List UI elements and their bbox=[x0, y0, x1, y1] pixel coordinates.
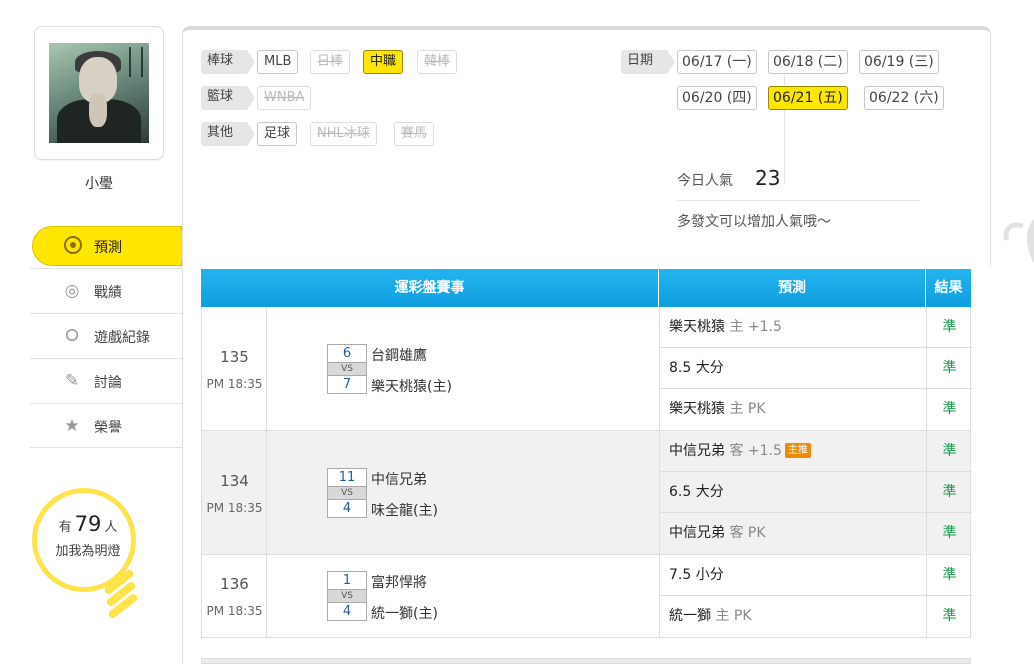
category-baseball: 棒球 bbox=[201, 50, 255, 74]
fan-count-number: 79 bbox=[74, 512, 102, 536]
avatar-card bbox=[34, 26, 164, 160]
league-wnba: WNBA bbox=[257, 86, 312, 110]
prediction-cell: 8.5 大分 bbox=[660, 348, 927, 389]
fan-count: 有 79 人 bbox=[58, 512, 118, 536]
league-nhl: NHL冰球 bbox=[310, 122, 377, 146]
date-0621[interactable]: 06/21 (五) bbox=[768, 86, 848, 110]
result-cell: 準 bbox=[927, 555, 972, 596]
chat-icon: ✎ bbox=[64, 371, 80, 391]
medal-icon: ◎ bbox=[64, 281, 80, 301]
lightbulb-base bbox=[98, 568, 139, 620]
featured-badge: 主推 bbox=[784, 443, 811, 458]
popularity-divider bbox=[677, 200, 920, 201]
header-result: 結果 bbox=[934, 280, 963, 296]
popularity-value: 23 bbox=[755, 166, 781, 190]
away-score: 6 bbox=[327, 344, 367, 363]
popularity-hint: 多發文可以增加人氣哦～ bbox=[677, 214, 831, 230]
prediction-cell: 6.5 大分 bbox=[660, 472, 927, 513]
date-0619[interactable]: 06/19 (三) bbox=[859, 50, 939, 74]
sidebar-item-label: 預測 bbox=[94, 240, 122, 256]
date-label: 日期 bbox=[621, 50, 675, 74]
table-row: 136 PM 18:35 1 VS 4 富邦悍將 統一獅(主) 7.5 小分 準… bbox=[201, 555, 972, 638]
sidebar-item-game-log[interactable]: ⭘ 遊戲紀錄 bbox=[30, 313, 182, 358]
league-soccer[interactable]: 足球 bbox=[257, 122, 298, 146]
category-other: 其他 bbox=[201, 122, 255, 146]
home-team[interactable]: 樂天桃猿(主) bbox=[371, 376, 452, 396]
table-row: 135 PM 18:35 6 VS 7 台鋼雄鷹 樂天桃猿(主) 樂天桃猿 主 … bbox=[201, 307, 972, 431]
match-cell: 1 VS 4 富邦悍將 統一獅(主) bbox=[267, 555, 660, 637]
table-header: 運彩盤賽事 預測 結果 bbox=[201, 269, 971, 307]
result-cell: 準 bbox=[927, 307, 972, 348]
home-team[interactable]: 味全龍(主) bbox=[371, 500, 438, 520]
match-cell: 11 VS 4 中信兄弟 味全龍(主) bbox=[267, 431, 660, 554]
away-score: 11 bbox=[327, 468, 367, 487]
away-team[interactable]: 台鋼雄鷹 bbox=[371, 345, 427, 365]
sidebar-item-label: 遊戲紀錄 bbox=[94, 330, 150, 346]
league-mlb[interactable]: MLB bbox=[257, 50, 299, 74]
game-id: 136 bbox=[220, 575, 249, 593]
sidebar-item-label: 討論 bbox=[94, 375, 122, 391]
star-ribbon-icon: ★ bbox=[64, 416, 80, 436]
away-score: 1 bbox=[327, 571, 367, 590]
result-cell: 準 bbox=[927, 348, 972, 389]
sidebar-item-label: 榮譽 bbox=[94, 420, 122, 436]
game-id: 134 bbox=[220, 472, 249, 490]
header-match: 運彩盤賽事 bbox=[201, 269, 659, 307]
result-cell: 準 bbox=[942, 525, 957, 541]
game-time: PM 18:35 bbox=[206, 604, 263, 618]
sidebar-item-prediction[interactable]: 預測 bbox=[30, 222, 192, 268]
category-basketball: 籃球 bbox=[201, 86, 255, 110]
header-prediction: 預測 bbox=[659, 269, 926, 307]
prediction-cell: 樂天桃猿 主 +1.5 bbox=[660, 307, 927, 348]
cheering-figure-icon bbox=[1003, 219, 1034, 263]
prediction-cell: 樂天桃猿 主 PK bbox=[660, 389, 927, 430]
away-team[interactable]: 富邦悍將 bbox=[371, 572, 427, 592]
game-time: PM 18:35 bbox=[206, 377, 263, 391]
popularity-label: 今日人氣 bbox=[677, 173, 733, 189]
away-team[interactable]: 中信兄弟 bbox=[371, 469, 427, 489]
sidebar-item-discussion[interactable]: ✎ 討論 bbox=[30, 358, 182, 403]
result-cell: 準 bbox=[942, 608, 957, 624]
home-score: 7 bbox=[327, 375, 367, 394]
username: 小璺 bbox=[85, 176, 113, 192]
avatar[interactable] bbox=[49, 43, 149, 143]
ring-icon: ⭘ bbox=[65, 326, 79, 346]
result-cell: 準 bbox=[942, 401, 957, 417]
vs-label: VS bbox=[327, 487, 367, 499]
date-0617[interactable]: 06/17 (一) bbox=[677, 50, 757, 74]
home-score: 4 bbox=[327, 602, 367, 621]
follow-button[interactable]: 加我為明燈 bbox=[36, 540, 140, 559]
sidebar-item-label: 戰績 bbox=[94, 285, 122, 301]
match-cell: 6 VS 7 台鋼雄鷹 樂天桃猿(主) bbox=[267, 307, 660, 430]
league-cpbl[interactable]: 中職 bbox=[363, 50, 404, 74]
league-npb: 日棒 bbox=[310, 50, 351, 74]
result-cell: 準 bbox=[927, 431, 972, 472]
target-icon bbox=[64, 236, 82, 254]
table-row: 134 PM 18:35 11 VS 4 中信兄弟 味全龍(主) 中信兄弟 客 … bbox=[201, 431, 972, 555]
date-0618[interactable]: 06/18 (二) bbox=[768, 50, 848, 74]
league-kbo: 韓棒 bbox=[417, 50, 458, 74]
home-score: 4 bbox=[327, 499, 367, 518]
date-0622[interactable]: 06/22 (六) bbox=[864, 86, 944, 110]
prediction-cell: 中信兄弟 客 +1.5 主推 bbox=[660, 431, 927, 472]
vs-label: VS bbox=[327, 590, 367, 602]
game-id: 135 bbox=[220, 348, 249, 366]
game-time: PM 18:35 bbox=[206, 501, 263, 515]
date-0620[interactable]: 06/20 (四) bbox=[677, 86, 757, 110]
next-section-edge bbox=[201, 658, 971, 664]
filter-panel: 棒球 MLB 日棒 中職 韓棒 籃球 WNBA 其他 足球 NHL冰球 賽馬 日… bbox=[182, 26, 1034, 266]
prediction-cell: 統一獅 主 PK bbox=[660, 596, 927, 637]
home-team[interactable]: 統一獅(主) bbox=[371, 603, 438, 623]
prediction-cell: 中信兄弟 客 PK bbox=[660, 513, 927, 554]
prediction-cell: 7.5 小分 bbox=[660, 555, 927, 596]
sidebar-item-honor[interactable]: ★ 榮譽 bbox=[30, 403, 182, 448]
league-horse-racing: 賽馬 bbox=[394, 122, 435, 146]
sidebar-divider bbox=[182, 268, 183, 664]
sidebar-item-record[interactable]: ◎ 戰績 bbox=[30, 268, 182, 313]
vs-label: VS bbox=[327, 363, 367, 375]
result-cell: 準 bbox=[927, 472, 972, 513]
